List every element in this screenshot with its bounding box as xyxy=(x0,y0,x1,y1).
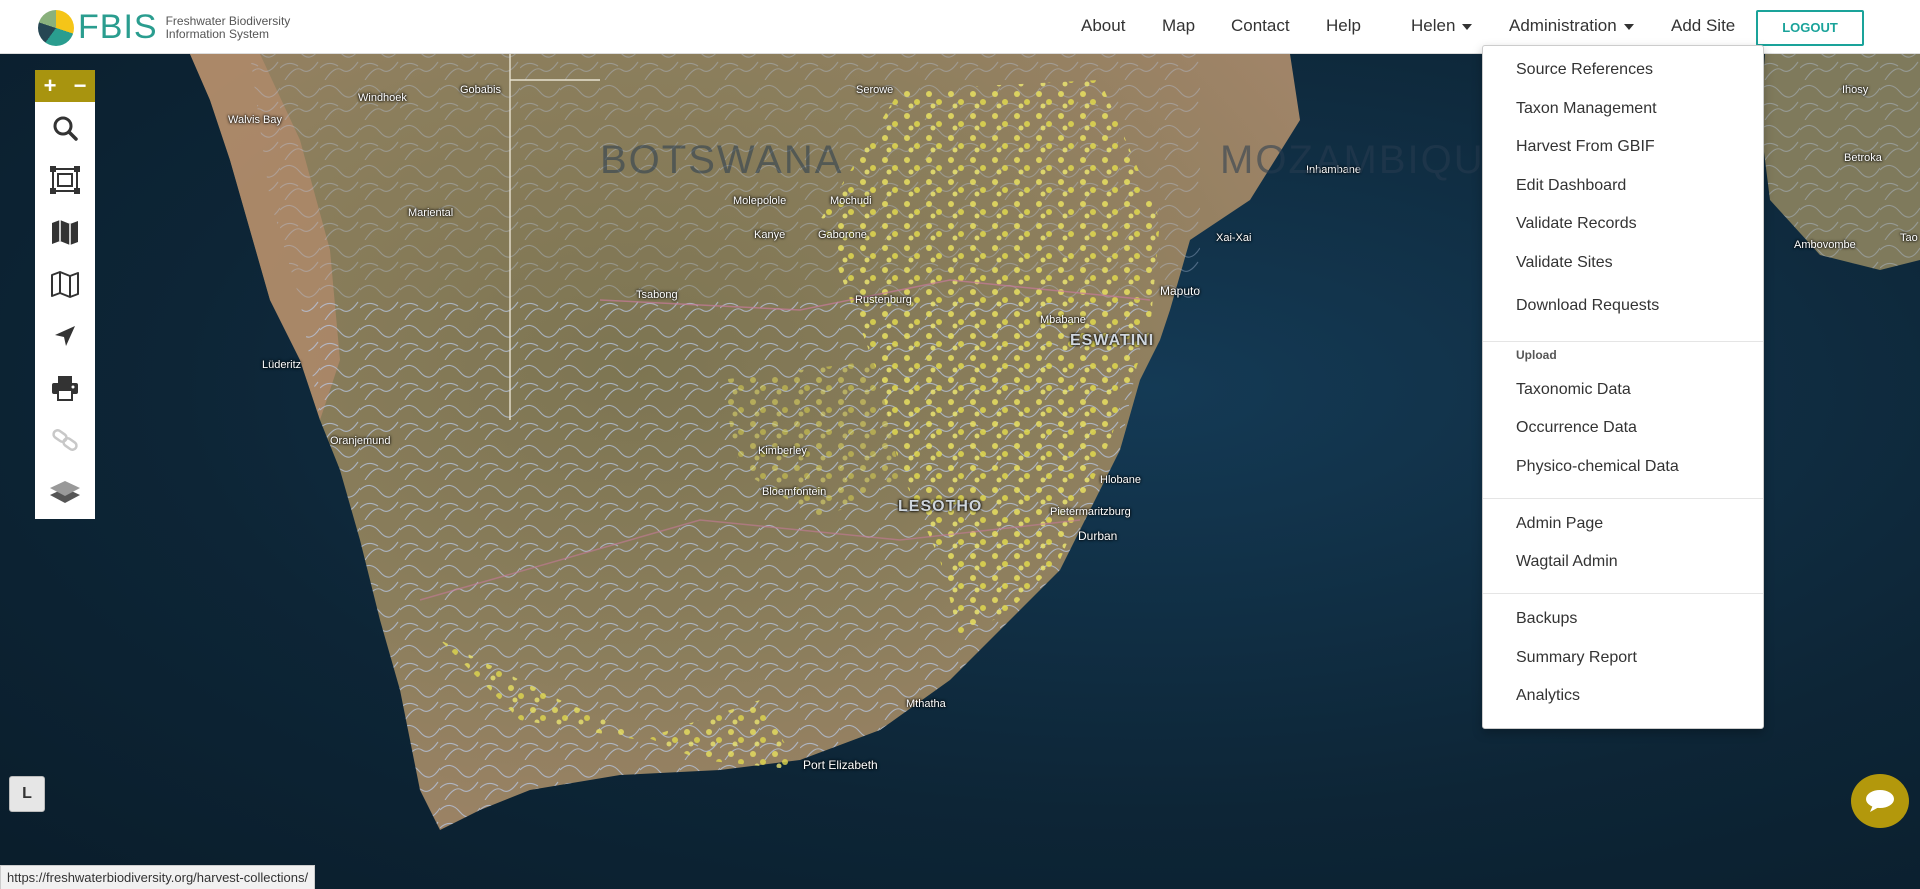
menu-item-physico-chemical-data[interactable]: Physico-chemical Data xyxy=(1516,458,1679,476)
place-label: Kimberley xyxy=(758,445,807,457)
place-label: Mariental xyxy=(408,207,454,219)
place-label: Hlobane xyxy=(1100,474,1141,486)
logo-subtitle-line1: Freshwater Biodiversity xyxy=(165,13,291,28)
place-label: Mochudi xyxy=(830,195,872,207)
locate-arrow-icon xyxy=(55,326,75,346)
menu-divider xyxy=(1483,498,1763,499)
place-label: Serowe xyxy=(856,84,894,96)
map-outline-icon xyxy=(51,271,79,298)
nav-user-label: Helen xyxy=(1411,16,1456,35)
region-label: ESWATINI xyxy=(1070,332,1155,349)
nav-user-menu[interactable]: Helen xyxy=(1411,16,1473,36)
zoom-out-button[interactable]: − xyxy=(74,75,87,97)
region-label: LESOTHO xyxy=(898,498,983,515)
menu-item-occurrence-data[interactable]: Occurrence Data xyxy=(1516,419,1637,437)
search-tool-button[interactable] xyxy=(35,102,95,154)
logo-subtitle-line2: Information System xyxy=(165,26,269,41)
search-icon xyxy=(53,116,78,141)
select-area-icon xyxy=(50,166,80,194)
region-label: MOZAMBIQUE xyxy=(1220,138,1514,182)
layers-icon xyxy=(50,481,80,503)
map-layers-button[interactable] xyxy=(35,466,95,518)
place-label: Gobabis xyxy=(460,84,501,96)
map-filled-icon xyxy=(52,220,78,245)
caret-down-icon xyxy=(1462,23,1473,30)
place-label: Tao xyxy=(1900,232,1918,244)
zoom-control: + − xyxy=(35,70,95,102)
nav-help[interactable]: Help xyxy=(1326,16,1361,36)
place-label: Bloemfontein xyxy=(762,486,827,498)
menu-item-analytics[interactable]: Analytics xyxy=(1516,687,1580,705)
logo-subtitle: Freshwater Biodiversity Information Syst… xyxy=(165,13,291,41)
select-area-tool-button[interactable] xyxy=(35,154,95,206)
place-label: Tsabong xyxy=(636,289,678,301)
link-icon xyxy=(52,429,78,451)
place-label: Mbabane xyxy=(1040,314,1086,326)
place-label: Maputo xyxy=(1160,284,1201,298)
status-bar-url: https://freshwaterbiodiversity.org/harve… xyxy=(0,865,316,889)
administration-dropdown: Source References Taxon Management Harve… xyxy=(1482,45,1764,729)
layers-tool-button[interactable] xyxy=(35,258,95,310)
nav-administration-label: Administration xyxy=(1509,16,1617,35)
basemap-tool-button[interactable] xyxy=(35,206,95,258)
menu-item-admin-page[interactable]: Admin Page xyxy=(1516,515,1603,533)
chat-bubble-icon xyxy=(1866,790,1894,812)
menu-divider xyxy=(1483,593,1763,594)
chat-support-button[interactable] xyxy=(1851,774,1909,828)
place-label: Mthatha xyxy=(906,698,946,710)
map-toolbar xyxy=(35,102,95,519)
place-label: Pietermaritzburg xyxy=(1050,506,1131,518)
fbis-logo[interactable]: FBIS Freshwater Biodiversity Information… xyxy=(38,8,290,47)
menu-item-wagtail-admin[interactable]: Wagtail Admin xyxy=(1516,553,1618,571)
print-tool-button[interactable] xyxy=(35,362,95,414)
share-link-tool-button[interactable] xyxy=(35,414,95,466)
place-label: Port Elizabeth xyxy=(803,758,878,772)
nav-add-site[interactable]: Add Site xyxy=(1671,16,1735,36)
print-icon xyxy=(52,376,78,401)
legend-toggle-button[interactable]: L xyxy=(9,776,45,812)
place-label: Oranjemund xyxy=(330,435,391,447)
zoom-in-button[interactable]: + xyxy=(44,75,57,97)
place-label: Betroka xyxy=(1844,152,1882,164)
menu-item-backups[interactable]: Backups xyxy=(1516,610,1577,628)
menu-item-taxonomic-data[interactable]: Taxonomic Data xyxy=(1516,381,1631,399)
region-label: BOTSWANA xyxy=(600,138,844,182)
nav-map[interactable]: Map xyxy=(1162,16,1195,36)
locate-tool-button[interactable] xyxy=(35,310,95,362)
place-label: Durban xyxy=(1078,529,1118,543)
logo-text: FBIS xyxy=(78,8,158,46)
menu-item-validate-records[interactable]: Validate Records xyxy=(1516,215,1637,233)
menu-header-upload: Upload xyxy=(1516,348,1557,362)
place-label: Ambovombe xyxy=(1794,239,1856,251)
place-label: Walvis Bay xyxy=(228,114,282,126)
place-label: Windhoek xyxy=(358,92,407,104)
place-label: Kanye xyxy=(754,229,786,241)
menu-item-edit-dashboard[interactable]: Edit Dashboard xyxy=(1516,177,1626,195)
place-label: Xai-Xai xyxy=(1216,232,1252,244)
place-label: Gaborone xyxy=(818,229,867,241)
place-label: Ihosy xyxy=(1842,84,1869,96)
menu-item-validate-sites[interactable]: Validate Sites xyxy=(1516,254,1613,272)
fbis-logo-icon xyxy=(38,9,74,46)
menu-item-download-requests[interactable]: Download Requests xyxy=(1516,297,1659,315)
nav-contact[interactable]: Contact xyxy=(1231,16,1290,36)
place-label: Lüderitz xyxy=(262,359,302,371)
logout-button[interactable]: LOGOUT xyxy=(1756,10,1864,46)
menu-item-harvest-from-gbif[interactable]: Harvest From GBIF xyxy=(1516,138,1655,156)
place-label: Rustenburg xyxy=(855,294,912,306)
place-label: Molepolole xyxy=(733,195,787,207)
menu-item-summary-report[interactable]: Summary Report xyxy=(1516,649,1637,667)
caret-down-icon xyxy=(1623,23,1634,30)
nav-administration-menu[interactable]: Administration xyxy=(1509,16,1634,36)
menu-divider xyxy=(1483,341,1763,342)
menu-item-taxon-management[interactable]: Taxon Management xyxy=(1516,100,1657,118)
nav-about[interactable]: About xyxy=(1081,16,1125,36)
menu-item-source-references[interactable]: Source References xyxy=(1516,61,1653,79)
